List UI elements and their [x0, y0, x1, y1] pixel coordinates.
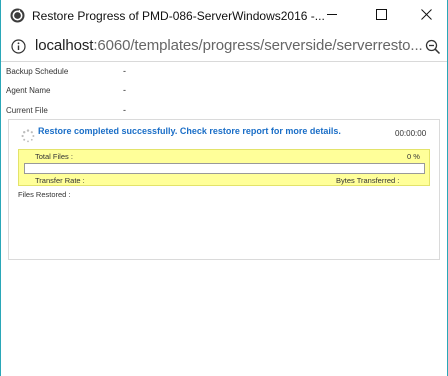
zoom-out-icon[interactable]	[425, 39, 441, 55]
close-button[interactable]	[403, 0, 448, 31]
agent-name-value: -	[123, 85, 126, 95]
window-title: Restore Progress of PMD-086-ServerWindow…	[32, 9, 325, 23]
restore-status-message: Restore completed successfully. Check re…	[38, 126, 341, 136]
minimize-icon	[326, 7, 338, 25]
browser-window: Restore Progress of PMD-086-ServerWindow…	[0, 0, 448, 376]
backup-schedule-label: Backup Schedule	[6, 67, 69, 76]
url-text[interactable]: localhost:6060/templates/progress/server…	[35, 37, 423, 54]
title-bar[interactable]: Restore Progress of PMD-086-ServerWindow…	[1, 0, 447, 31]
bytes-transferred-label: Bytes Transferred :	[336, 176, 400, 185]
progress-bar	[24, 163, 425, 174]
page-content: Backup Schedule - Agent Name - Current F…	[1, 62, 447, 376]
agent-name-label: Agent Name	[6, 86, 51, 95]
spinner-icon	[21, 129, 35, 143]
progress-box: Total Files : 0 % Transfer Rate : Bytes …	[18, 149, 430, 186]
total-files-label: Total Files :	[35, 152, 73, 161]
maximize-icon	[375, 7, 387, 25]
restore-app-icon	[10, 8, 25, 23]
current-file-label: Current File	[6, 106, 48, 115]
url-path: :6060/templates/progress/serverside/serv…	[93, 37, 423, 54]
elapsed-time: 00:00:00	[395, 129, 427, 138]
progress-panel: Restore completed successfully. Check re…	[8, 119, 440, 260]
info-icon[interactable]	[11, 39, 26, 54]
close-icon	[420, 7, 432, 25]
transfer-rate-label: Transfer Rate :	[35, 176, 85, 185]
minimize-button[interactable]	[309, 0, 355, 31]
backup-schedule-value: -	[123, 66, 126, 76]
current-file-value: -	[123, 105, 126, 115]
url-host: localhost	[35, 37, 94, 54]
files-restored-label: Files Restored :	[18, 190, 71, 199]
maximize-button[interactable]	[358, 0, 404, 31]
percent-text: 0 %	[407, 152, 420, 161]
address-bar[interactable]: localhost:6060/templates/progress/server…	[1, 31, 447, 61]
